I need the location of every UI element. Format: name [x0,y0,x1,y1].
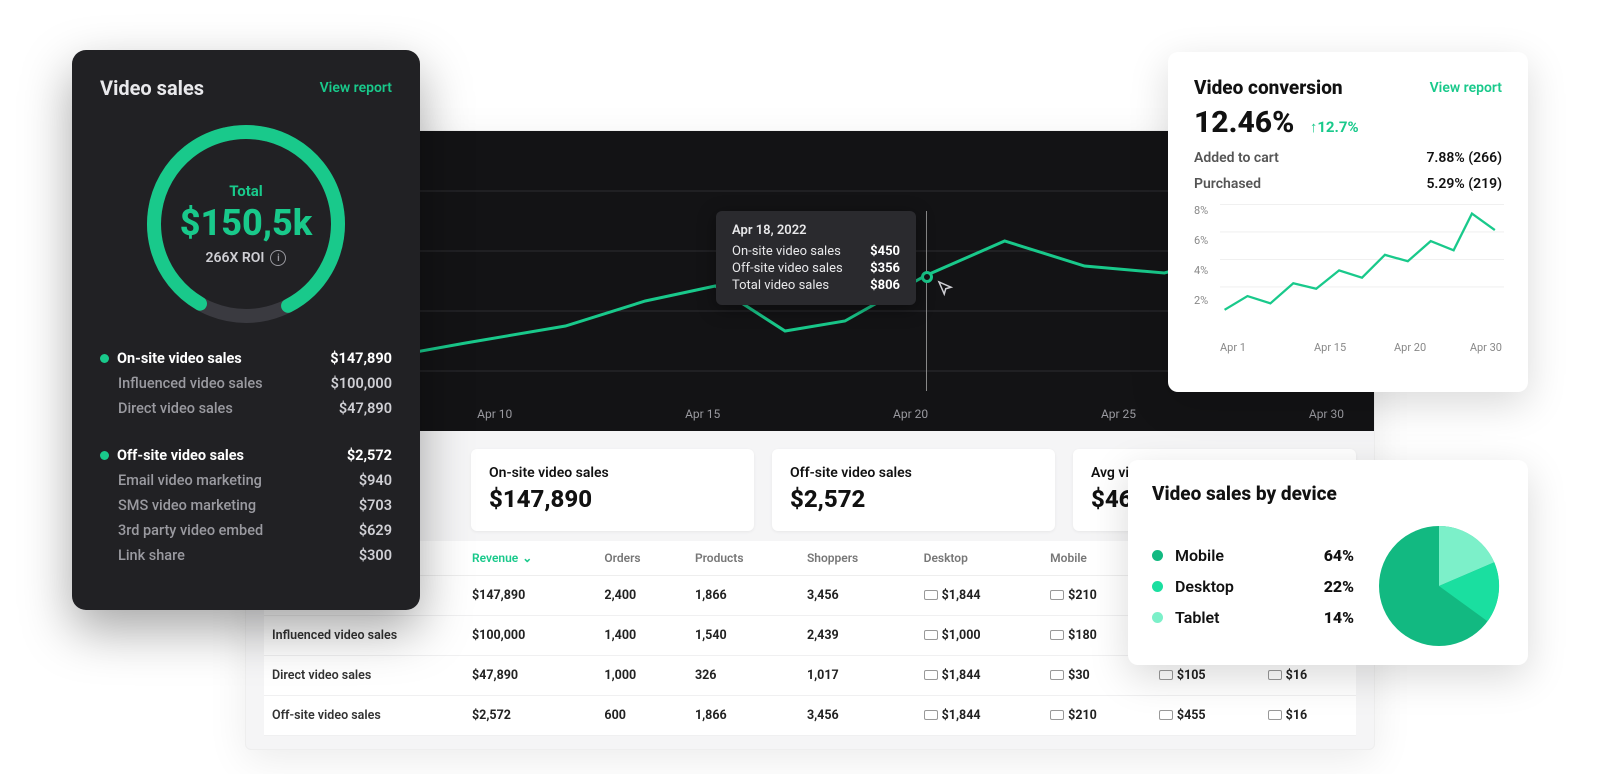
card-onsite-sales[interactable]: On-site video sales $147,890 [471,449,754,531]
col-revenue-sort[interactable]: Revenue⌄ [464,541,596,576]
device-icon [1268,670,1282,680]
conversion-title: Video conversion [1194,76,1343,99]
device-title: Video sales by device [1152,482,1504,505]
conversion-percent: 12.46% ↑12.7% [1194,105,1502,140]
col-orders[interactable]: Orders [596,541,687,576]
device-icon [1050,670,1064,680]
col-shoppers[interactable]: Shoppers [799,541,916,576]
video-sales-title: Video sales [100,76,204,100]
device-pie-chart [1374,521,1504,651]
video-sales-by-device-card: Video sales by device Mobile64% Desktop2… [1128,460,1528,665]
stat-subrow: Direct video sales$47,890 [100,396,392,421]
info-icon[interactable]: i [270,250,286,266]
donut-total-value: $150,5k [180,202,313,244]
card-offsite-sales[interactable]: Off-site video sales $2,572 [772,449,1055,531]
device-icon [1268,710,1282,720]
device-icon [924,590,938,600]
chart-crosshair [926,211,927,391]
device-icon [1050,590,1064,600]
stat-subrow: Email video marketing$940 [100,468,392,493]
purchased-row: Purchased5.29% (219) [1194,176,1502,192]
stat-subrow: Link share$300 [100,543,392,568]
device-icon [924,630,938,640]
chart-tooltip: Apr 18, 2022 On-site video sales$450 Off… [716,211,916,305]
device-icon [1050,710,1064,720]
cursor-icon [936,279,954,297]
device-row: Mobile64% [1152,540,1354,571]
donut-total-label: Total [229,182,263,200]
onsite-sales-row: On-site video sales $147,890 [100,346,392,371]
device-icon [1159,710,1173,720]
chevron-down-icon: ⌄ [522,551,532,565]
col-desktop[interactable]: Desktop [916,541,1043,576]
device-legend: Mobile64% Desktop22% Tablet14% [1152,540,1354,633]
video-conversion-card: Video conversion View report 12.46% ↑12.… [1168,52,1528,392]
conversion-view-report-link[interactable]: View report [1430,80,1502,96]
chart-hover-point [921,271,933,283]
tooltip-date: Apr 18, 2022 [732,223,900,238]
view-report-link[interactable]: View report [320,80,392,96]
conversion-chart: 8% 6% 4% 2% Apr 1 Apr 15 Apr 20 Apr 30 [1194,204,1502,354]
donut-roi: 266X ROI i [206,250,287,266]
stat-subrow: 3rd party video embed$629 [100,518,392,543]
offsite-sales-row: Off-site video sales $2,572 [100,443,392,468]
device-row: Tablet14% [1152,602,1354,633]
stat-subrow: Influenced video sales$100,000 [100,371,392,396]
device-row: Desktop22% [1152,571,1354,602]
conversion-delta: ↑12.7% [1310,118,1359,136]
device-icon [1050,630,1064,640]
stat-subrow: SMS video marketing$703 [100,493,392,518]
device-icon [1159,670,1173,680]
device-icon [924,710,938,720]
col-products[interactable]: Products [687,541,799,576]
video-sales-card: Video sales View report Total $150,5k 26… [72,50,420,610]
added-to-cart-row: Added to cart7.88% (266) [1194,150,1502,166]
table-row[interactable]: Off-site video sales $2,5726001,8663,456… [264,696,1356,736]
total-donut-chart: Total $150,5k 266X ROI i [136,114,356,334]
device-icon [924,670,938,680]
